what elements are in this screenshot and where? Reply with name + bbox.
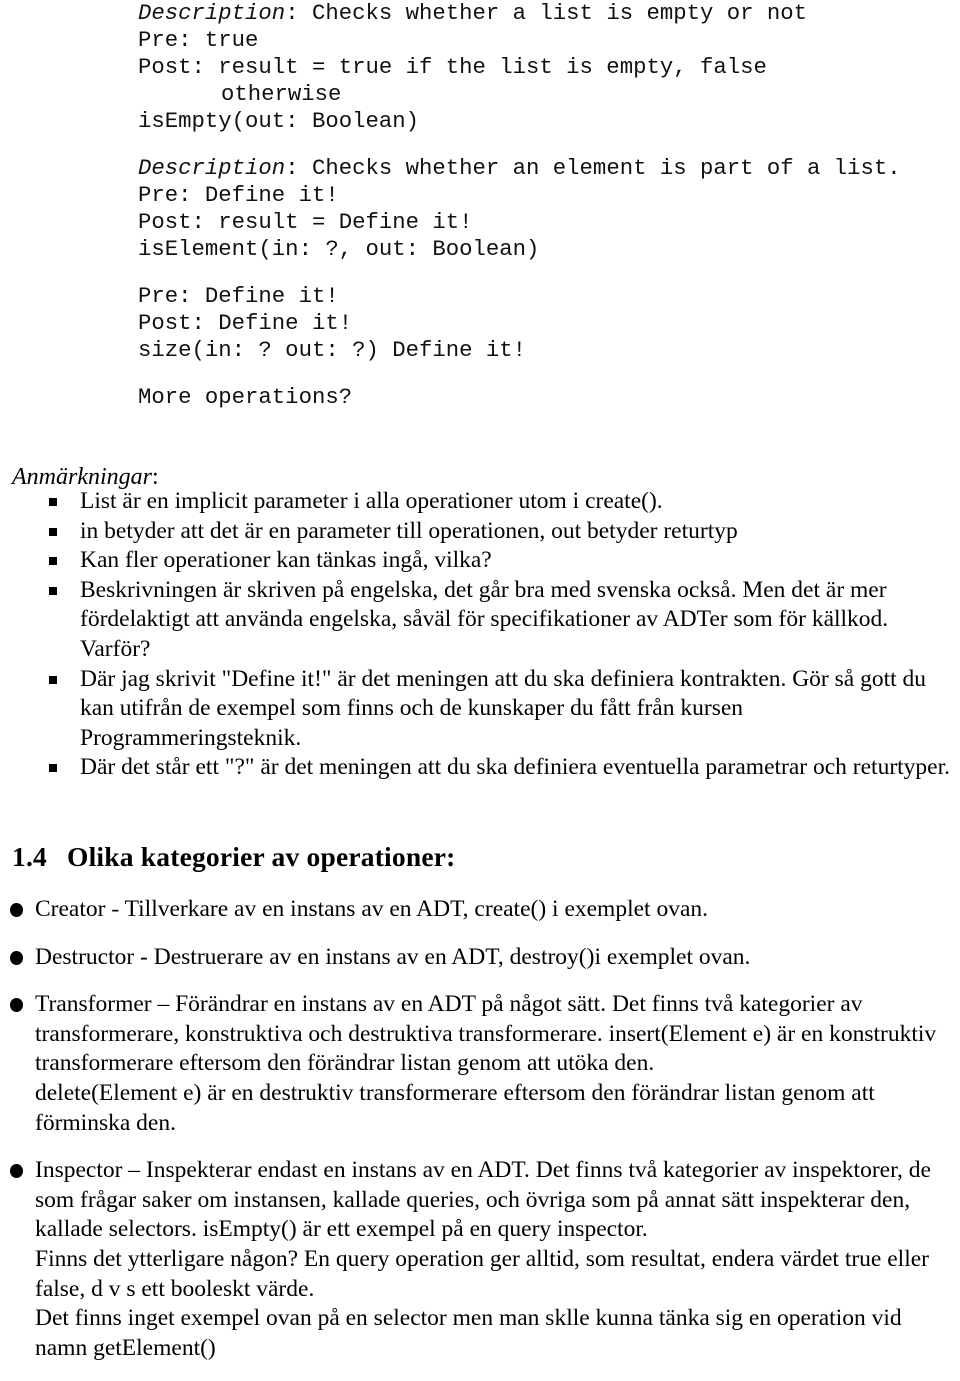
spec-line: size(in: ? out: ?) Define it! [138,337,948,364]
spec-line: Pre: Define it! [138,182,948,209]
round-bullet-icon [10,903,23,917]
spec-line-text: : Checks whether a list is empty or not [285,0,808,26]
list-item: Inspector – Inspekterar endast en instan… [0,1156,960,1363]
page-title: 1.4 Olika kategorier av operationer: [12,840,456,873]
spec-line: otherwise [138,81,948,108]
list-item: Där jag skrivit "Define it!" är det meni… [0,665,960,754]
round-bullet-icon [10,950,23,965]
spec-line: Pre: Define it! [138,283,948,310]
list-item-text: in betyder att det är en parameter till … [80,517,738,544]
spec-line: Description: Checks whether an element i… [138,155,948,182]
spec-line-text: Pre: Define it! [138,283,339,309]
list-item: Där det står ett "?" är det meningen att… [0,753,960,783]
spec-line-keyword: Description [138,0,286,26]
spec-line-text: Post: result = true if the list is empty… [138,54,767,80]
list-item-text: Det finns inget exempel ovan på en selec… [35,1305,902,1361]
spec-line-text: isEmpty(out: Boolean) [138,108,419,134]
list-item-text: Beskrivningen är skriven på engelska, de… [80,576,889,662]
spec-line: isEmpty(out: Boolean) [138,108,948,135]
spec-line-text: size(in: ? out: ?) Define it! [138,337,527,363]
spec-line-text: More operations? [138,384,353,410]
square-bullet-icon [49,498,57,506]
spec-line-text: Post: result = Define it! [138,209,473,235]
section-title: Olika kategorier av operationer: [66,841,456,872]
operation-categories-list: Creator - Tillverkare av en instans av e… [0,895,960,1381]
spec-line-text: otherwise [221,81,342,107]
spec-line-text: isElement(in: ?, out: Boolean) [138,236,540,262]
square-bullet-icon [49,764,57,773]
list-item-text: delete(Element e) är en destruktiv trans… [35,1079,875,1136]
spec-line-text: : Checks whether an element is part of a… [285,155,901,181]
list-item: Beskrivningen är skriven på engelska, de… [0,576,960,665]
spec-line-keyword: Description [138,155,286,181]
list-item: Creator - Tillverkare av en instans av e… [0,895,960,925]
square-bullet-icon [49,675,57,684]
list-item: Transformer – Förändrar en instans av en… [0,990,960,1138]
list-item-text: Finns det ytterligare någon? En query op… [35,1245,929,1302]
spec-line: Post: result = true if the list is empty… [138,54,948,81]
spec-line: More operations? [138,384,948,411]
spec-line-text: Pre: Define it! [138,182,339,208]
spec-block-gap [138,263,948,283]
square-bullet-icon [49,557,57,566]
notes-list: List är en implicit parameter i alla ope… [0,487,960,783]
list-item: Destructor - Destruerare av en instans a… [0,943,960,973]
spec-block-gap [138,135,948,155]
list-item: List är en implicit parameter i alla ope… [0,487,960,517]
list-item-text: Där det står ett "?" är det meningen att… [80,754,951,781]
list-item-text: Destructor - Destruerare av en instans a… [35,943,751,970]
square-bullet-icon [49,586,57,595]
list-item-text: Inspector – Inspekterar endast en instan… [35,1157,931,1243]
section-number: 1.4 [12,841,47,872]
list-item-text: Där jag skrivit "Define it!" är det meni… [80,665,926,751]
round-bullet-icon [10,998,23,1013]
spec-line: Pre: true [138,27,948,54]
list-item-text: Transformer – Förändrar en instans av en… [35,991,937,1077]
list-item: in betyder att det är en parameter till … [0,517,960,547]
adt-specification-block: Description: Checks whether a list is em… [138,0,948,411]
round-bullet-icon [10,1164,23,1179]
spec-line-text: Post: Define it! [138,310,353,336]
spec-line: Description: Checks whether a list is em… [138,0,948,27]
square-bullet-icon [49,527,57,536]
list-item: Kan fler operationer kan tänkas ingå, vi… [0,546,960,576]
spec-line: isElement(in: ?, out: Boolean) [138,236,948,263]
list-item-text: List är en implicit parameter i alla ope… [80,488,663,514]
spec-line-text: Pre: true [138,27,259,53]
list-item-text: Kan fler operationer kan tänkas ingå, vi… [80,547,492,574]
spec-line: Post: result = Define it! [138,209,948,236]
spec-line: Post: Define it! [138,310,948,337]
document-page: Description: Checks whether a list is em… [0,0,960,1363]
spec-block-gap [138,364,948,384]
list-item-text: Creator - Tillverkare av en instans av e… [35,896,708,922]
